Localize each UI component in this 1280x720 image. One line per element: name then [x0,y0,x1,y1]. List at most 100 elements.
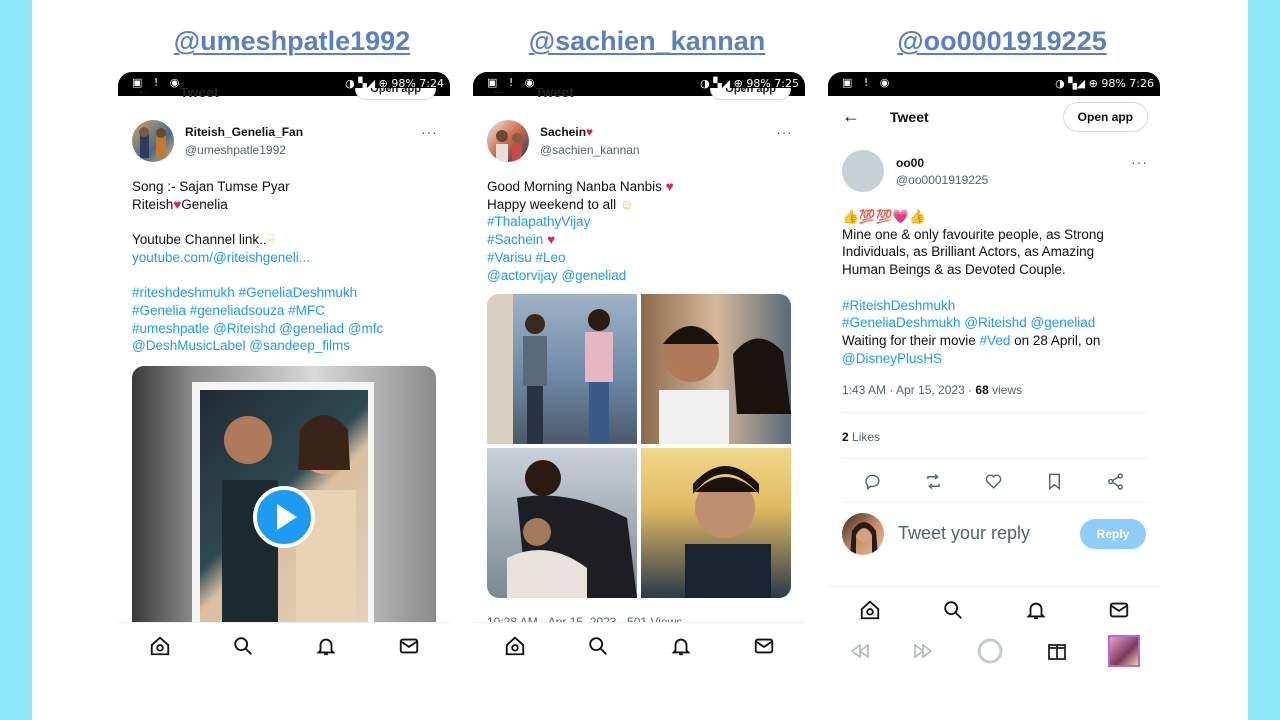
open-app-button[interactable]: Open app [355,88,436,100]
search-icon[interactable] [942,599,964,621]
tweet-header: ← Tweet Open app [473,88,805,102]
header-title: Tweet [535,88,574,100]
rewind-back-icon[interactable] [848,639,872,663]
avatar[interactable] [487,120,529,162]
reply-input[interactable]: Tweet your reply [898,523,1068,544]
grid-photo-4[interactable] [641,448,791,598]
username[interactable]: @umeshpatle1992 [185,143,286,157]
views-count: 68 [975,383,989,397]
hashtag-line[interactable]: #Sachein ♥ [487,231,793,249]
hashtag-line[interactable]: #riteshdeshmukh #GeneliaDeshmukh [132,284,438,302]
hashtag-line[interactable]: #Varisu #Leo [487,249,793,267]
avatar[interactable] [842,150,884,192]
username[interactable]: @sachien_kannan [540,143,640,157]
tweet-text: Good Morning Nanba Nanbis ♥ Happy weeken… [487,178,793,284]
home-icon[interactable] [149,635,171,657]
tweet-actions [842,466,1146,496]
mention-link[interactable]: @DisneyPlusHS [842,350,1152,368]
grid-photo-1[interactable] [487,294,637,444]
status-right: ◑ ▚◢ ⊕ 98% 7:26 [1055,77,1154,90]
tweet-word: Genelia [181,196,228,212]
display-name[interactable]: oo00 [896,156,924,170]
header-title: Tweet [180,88,219,100]
youtube-link[interactable]: youtube.com/@riteishgeneli... [132,249,438,267]
phone-screenshot-2: ▣ ! ◉ ◑ ▚◢ ⊕ 98% 7:25 ← Tweet Open app S… [473,72,805,680]
messages-mail-icon[interactable] [753,635,775,657]
hashtag-line[interactable]: @DeshMusicLabel @sandeep_films [132,337,438,355]
emoji-line: 👍💯💯💗👍 [842,209,927,224]
hashtag-line[interactable]: #ThalapathyVijay [487,213,793,231]
open-app-button[interactable]: Open app [710,88,791,100]
hashtag-line[interactable]: #GeneliaDeshmukh @Riteishd @geneliad [842,314,1152,332]
more-options-icon[interactable]: ··· [1131,154,1148,170]
tweet-line: Good Morning Nanba Nanbis ♥ [487,178,793,196]
likes-count[interactable]: 2 Likes [842,430,880,444]
profile-thumbnail-icon[interactable] [1108,635,1141,667]
fast-forward-icon[interactable] [911,639,935,663]
divider [842,458,1148,459]
back-arrow-icon[interactable]: ← [136,88,152,100]
hashtag-line[interactable]: #umeshpatle @Riteishd @geneliad @mfc [132,320,438,338]
share-icon[interactable] [1106,472,1125,491]
back-arrow-icon[interactable]: ← [842,106,860,127]
home-icon[interactable] [504,635,526,657]
hashtag-line[interactable]: #RiteishDeshmukh [842,297,1152,315]
tweet-line: Song :- Sajan Tumse Pyar [132,179,290,194]
status-bar: ▣ ! ◉ ◑ ▚◢ ⊕ 98% 7:26 [828,72,1160,96]
home-icon[interactable] [859,599,881,621]
ved-hashtag-link[interactable]: #Ved [980,333,1011,348]
play-icon [277,504,297,530]
header-title: Tweet [890,109,929,125]
divider [842,412,1148,413]
tweet-line: Waiting for their movie #Ved on 28 April… [842,332,1152,350]
tweet-line: Human Beings & as Devoted Couple. [842,262,1066,278]
grid-photo-3[interactable] [487,448,637,598]
avatar[interactable] [132,120,174,162]
heart-emoji-icon: ♥ [586,125,594,139]
search-icon[interactable] [587,635,609,657]
reply-avatar [842,513,884,555]
more-options-icon[interactable]: ··· [776,124,793,140]
bookmark-icon[interactable] [1045,472,1064,491]
loading-circle-icon[interactable] [975,636,1005,666]
messages-mail-icon[interactable] [1108,599,1130,621]
bottom-nav [473,622,805,668]
handle-label-3: @oo0001919225 [897,26,1107,56]
notifications-bell-icon[interactable] [315,635,337,657]
open-app-button[interactable]: Open app [1062,102,1148,132]
grid-photo-2[interactable] [641,294,791,444]
notifications-bell-icon[interactable] [1025,599,1047,621]
views-label: views [988,383,1023,397]
username[interactable]: @oo0001919225 [896,173,988,187]
search-icon[interactable] [232,635,254,657]
tweet-line: Individuals, as Brilliant Actors, as Ama… [842,244,1095,260]
retweet-icon[interactable] [924,472,943,491]
tweet-word: Good Morning Nanba Nanbis [487,179,662,194]
phone-screenshot-3: ▣ ! ◉ ◑ ▚◢ ⊕ 98% 7:26 ← Tweet Open app o… [828,72,1160,680]
more-options-icon[interactable]: ··· [421,124,438,140]
handle-label-2: @sachien_kannan [528,26,766,56]
reply-button[interactable]: Reply [1080,519,1146,549]
tabs-icon[interactable] [1045,639,1069,663]
divider [842,502,1148,503]
video-thumbnail[interactable] [132,366,436,626]
play-button[interactable] [253,486,315,548]
display-name[interactable]: Riteish_Genelia_Fan [185,125,303,139]
hashtag-line[interactable]: #Genelia #geneliadsouza #MFC [132,302,438,320]
handle-label-1: @umeshpatle1992 [173,26,411,56]
display-name[interactable]: Sachein♥ [540,125,593,139]
messages-mail-icon[interactable] [398,635,420,657]
phone-screenshot-1: ▣ ! ◉ ◑ ▚◢ ⊕ 98% 7:24 ← Tweet Open app R… [118,72,450,680]
back-arrow-icon[interactable]: ← [491,88,507,100]
tweet-word: Riteish [132,196,174,212]
mention-line[interactable]: @actorvijay @geneliad [487,267,793,285]
reply-comment-icon[interactable] [863,472,882,491]
notifications-bell-icon[interactable] [670,635,692,657]
hashtag-text: #Sachein [487,232,544,248]
like-heart-icon[interactable] [984,472,1003,491]
status-left-icons: ▣ ! ◉ [842,76,894,89]
pointing-down-emoji-icon: ☟ [266,232,275,248]
